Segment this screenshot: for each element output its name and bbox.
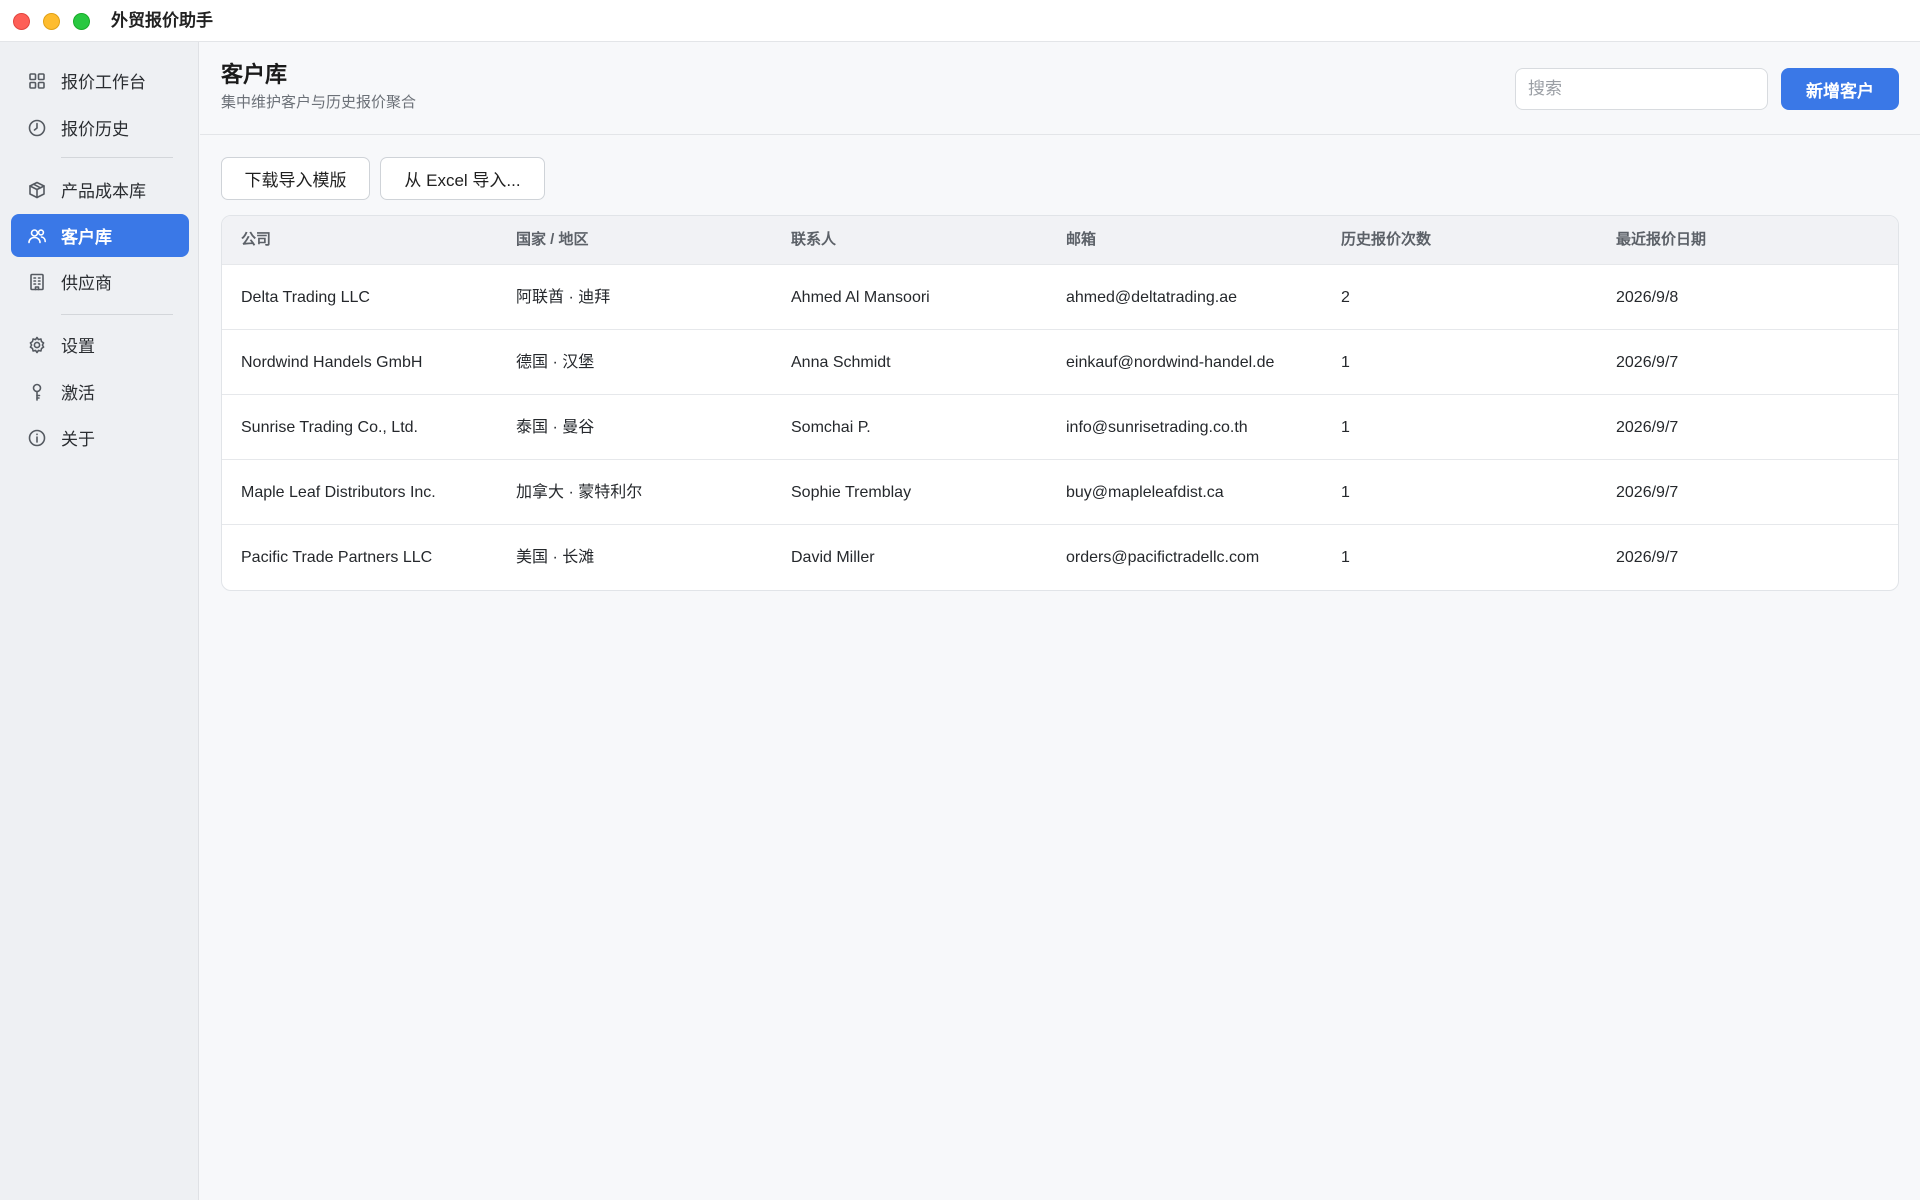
cell-contact: Ahmed Al Mansoori (791, 289, 930, 306)
cell-email: ahmed@deltatrading.ae (1066, 289, 1238, 306)
box-icon (26, 179, 48, 201)
cell-quote-count: 2 (1341, 289, 1350, 306)
users-icon (26, 225, 48, 247)
sidebar-item-label: 设置 (61, 337, 95, 356)
sidebar-item-label: 供应商 (61, 274, 112, 293)
maximize-window-button[interactable] (73, 13, 90, 30)
sidebar: 报价工作台 报价历史 产品成本库 客户库 供应商 设置 激活 关于 (0, 42, 199, 1200)
page-subtitle: 集中维护客户与历史报价聚合 (221, 94, 417, 111)
clock-icon (26, 117, 48, 139)
cell-contact: David Miller (791, 549, 875, 566)
title-bar: 外贸报价助手 (0, 0, 1920, 42)
app-title: 外贸报价助手 (111, 11, 213, 30)
cell-company: Delta Trading LLC (241, 289, 370, 306)
sidebar-item-label: 激活 (61, 384, 95, 403)
cell-country: 美国 · 长滩 (516, 549, 595, 566)
cell-contact: Sophie Tremblay (791, 484, 912, 501)
sidebar-item-label: 客户库 (61, 228, 112, 247)
sidebar-item-settings[interactable]: 设置 (11, 323, 189, 366)
info-icon (26, 427, 48, 449)
column-header-country[interactable]: 国家 / 地区 (516, 231, 589, 249)
table-row[interactable]: Maple Leaf Distributors Inc. 加拿大 · 蒙特利尔 … (222, 459, 1898, 524)
gear-icon (26, 334, 48, 356)
cell-last-quote-date: 2026/9/8 (1616, 289, 1679, 306)
cell-country: 泰国 · 曼谷 (516, 419, 595, 436)
table-row[interactable]: Nordwind Handels GmbH 德国 · 汉堡 Anna Schmi… (222, 329, 1898, 394)
table-row[interactable]: Delta Trading LLC 阿联酋 · 迪拜 Ahmed Al Mans… (222, 264, 1898, 329)
cell-company: Maple Leaf Distributors Inc. (241, 484, 436, 501)
cell-email: orders@pacifictradellc.com (1066, 549, 1260, 566)
cell-email: buy@mapleleafdist.ca (1066, 484, 1224, 501)
column-header-quote-count[interactable]: 历史报价次数 (1341, 231, 1431, 249)
page-header: 客户库 集中维护客户与历史报价聚合 新增客户 (200, 42, 1920, 135)
sidebar-item-quote-workbench[interactable]: 报价工作台 (11, 59, 189, 102)
table-row[interactable]: Pacific Trade Partners LLC 美国 · 长滩 David… (222, 524, 1898, 589)
sidebar-item-label: 报价历史 (61, 120, 129, 139)
cell-last-quote-date: 2026/9/7 (1616, 419, 1679, 436)
column-header-contact[interactable]: 联系人 (791, 231, 836, 249)
sidebar-divider (61, 314, 173, 315)
sidebar-item-product-cost[interactable]: 产品成本库 (11, 168, 189, 211)
column-header-company[interactable]: 公司 (241, 231, 271, 249)
cell-quote-count: 1 (1341, 549, 1350, 566)
cell-last-quote-date: 2026/9/7 (1616, 484, 1679, 501)
cell-contact: Somchai P. (791, 419, 871, 436)
minimize-window-button[interactable] (43, 13, 60, 30)
building-icon (26, 271, 48, 293)
grid-icon (26, 70, 48, 92)
cell-company: Sunrise Trading Co., Ltd. (241, 419, 418, 436)
cell-quote-count: 1 (1341, 484, 1350, 501)
page-title: 客户库 (221, 62, 288, 87)
sidebar-item-label: 报价工作台 (61, 73, 146, 92)
sidebar-item-activate[interactable]: 激活 (11, 370, 189, 413)
column-header-email[interactable]: 邮箱 (1066, 231, 1096, 249)
table-row[interactable]: Sunrise Trading Co., Ltd. 泰国 · 曼谷 Somcha… (222, 394, 1898, 459)
key-icon (26, 381, 48, 403)
cell-quote-count: 1 (1341, 419, 1350, 436)
cell-email: einkauf@nordwind-handel.de (1066, 354, 1275, 371)
cell-company: Pacific Trade Partners LLC (241, 549, 433, 566)
cell-email: info@sunrisetrading.co.th (1066, 419, 1248, 436)
cell-contact: Anna Schmidt (791, 354, 891, 371)
sidebar-item-customers[interactable]: 客户库 (11, 214, 189, 257)
cell-last-quote-date: 2026/9/7 (1616, 549, 1679, 566)
import-excel-button[interactable]: 从 Excel 导入... (380, 157, 545, 200)
sidebar-item-label: 产品成本库 (61, 182, 146, 201)
sidebar-item-quote-history[interactable]: 报价历史 (11, 106, 189, 149)
add-customer-button[interactable]: 新增客户 (1781, 68, 1899, 110)
search-input[interactable] (1515, 68, 1768, 110)
cell-quote-count: 1 (1341, 354, 1350, 371)
table-header: 公司 国家 / 地区 联系人 邮箱 历史报价次数 最近报价日期 (222, 216, 1898, 264)
cell-company: Nordwind Handels GmbH (241, 354, 423, 371)
cell-country: 德国 · 汉堡 (516, 354, 595, 371)
sidebar-item-label: 关于 (61, 430, 95, 449)
sidebar-divider (61, 157, 173, 158)
sidebar-item-about[interactable]: 关于 (11, 416, 189, 459)
cell-country: 加拿大 · 蒙特利尔 (516, 484, 643, 501)
sidebar-item-suppliers[interactable]: 供应商 (11, 260, 189, 303)
close-window-button[interactable] (13, 13, 30, 30)
download-template-button[interactable]: 下载导入模版 (221, 157, 370, 200)
cell-country: 阿联酋 · 迪拜 (516, 289, 611, 306)
cell-last-quote-date: 2026/9/7 (1616, 354, 1679, 371)
column-header-last-quote-date[interactable]: 最近报价日期 (1616, 231, 1706, 249)
customer-table: 公司 国家 / 地区 联系人 邮箱 历史报价次数 最近报价日期 Delta Tr… (221, 215, 1899, 591)
